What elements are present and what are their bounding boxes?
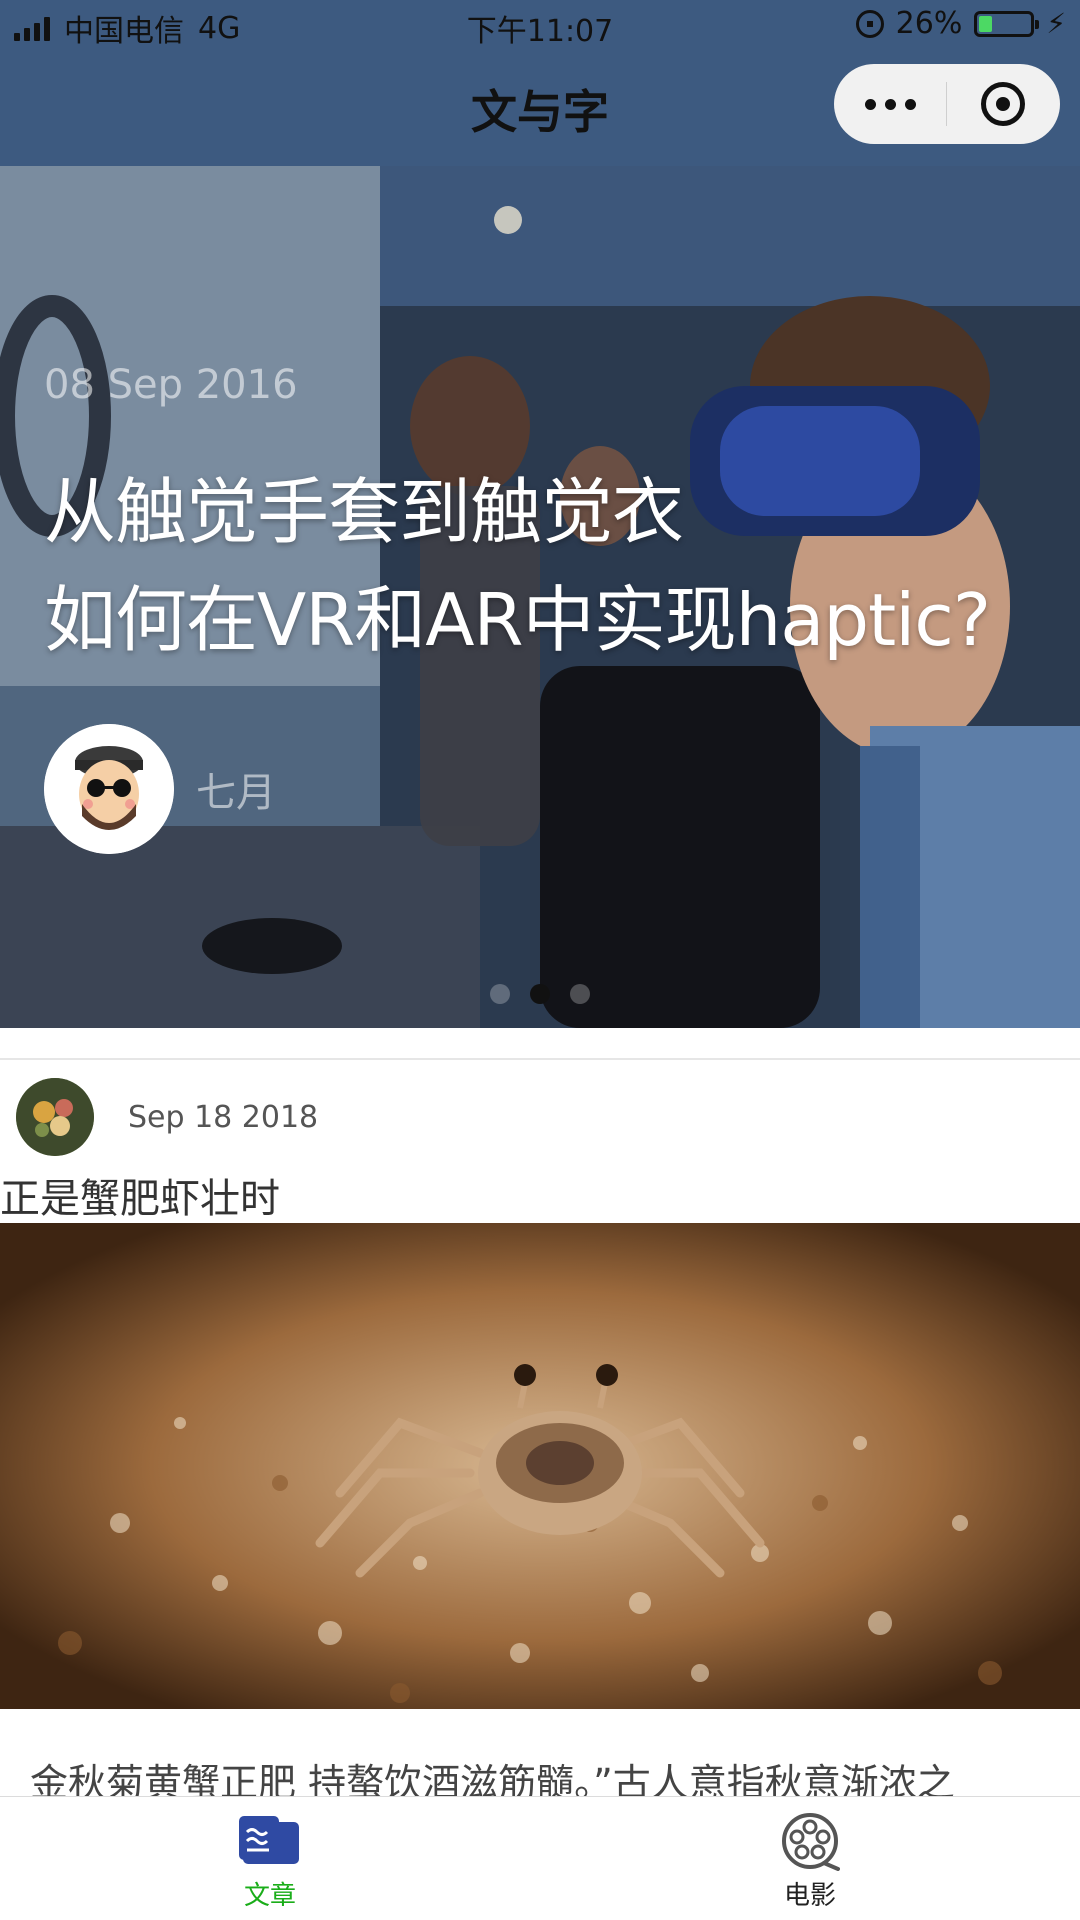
post-author-avatar[interactable]	[16, 1078, 94, 1156]
post-image[interactable]	[0, 1223, 1080, 1709]
battery-percent: 26%	[895, 6, 963, 41]
carousel-indicator[interactable]	[0, 984, 1080, 1004]
battery-fill	[979, 15, 993, 32]
charging-icon: ⚡	[1046, 6, 1066, 40]
orientation-lock-icon	[855, 9, 884, 38]
post-date: Sep 18 2018	[128, 1100, 319, 1135]
app-screen: 中国电信 4G 下午11:07 26% ⚡ 文与字 08 Sep 2016 从触…	[0, 0, 1080, 1920]
banner-carousel[interactable]: 08 Sep 2016 从触觉手套到触觉衣 如何在VR和AR中实现haptic?…	[0, 166, 1080, 1028]
tab-movies[interactable]: 电影	[540, 1797, 1080, 1920]
banner-title-line2: 如何在VR和AR中实现haptic?	[44, 578, 991, 662]
tab-articles[interactable]: 文章	[0, 1797, 540, 1920]
mini-program-capsule	[834, 64, 1060, 144]
status-bar: 中国电信 4G 下午11:07 26% ⚡	[0, 0, 1080, 52]
status-right: 26% ⚡	[855, 6, 1066, 41]
more-dot-icon	[904, 98, 916, 110]
tab-articles-label: 文章	[243, 1881, 296, 1911]
carousel-dot[interactable]	[530, 984, 550, 1004]
target-icon	[981, 82, 1025, 126]
article-icon	[238, 1811, 302, 1871]
flowers-avatar-icon	[16, 1078, 94, 1156]
banner-date: 08 Sep 2016	[44, 362, 298, 408]
film-reel-icon	[778, 1811, 842, 1871]
section-divider	[0, 1058, 1080, 1060]
tab-movies-label: 电影	[783, 1881, 836, 1911]
author-avatar[interactable]	[44, 724, 174, 854]
top-bar: 中国电信 4G 下午11:07 26% ⚡ 文与字	[0, 0, 1080, 166]
more-button[interactable]	[834, 98, 946, 110]
battery-icon	[974, 10, 1040, 37]
crab-photo	[0, 1223, 1080, 1709]
post-title[interactable]: 正是蟹肥虾壮时	[0, 1166, 280, 1224]
close-button[interactable]	[947, 82, 1059, 126]
banner-author: 七月	[196, 770, 276, 816]
carousel-dot[interactable]	[490, 984, 510, 1004]
banner-title-line1: 从触觉手套到触觉衣	[44, 470, 684, 554]
carousel-dot[interactable]	[570, 984, 590, 1004]
more-dot-icon	[884, 98, 896, 110]
banner-title[interactable]: 从触觉手套到触觉衣 如何在VR和AR中实现haptic?	[44, 458, 991, 674]
tab-bar: 文章 电影	[0, 1796, 1080, 1920]
cartoon-avatar-icon	[44, 724, 174, 854]
more-dot-icon	[864, 98, 876, 110]
